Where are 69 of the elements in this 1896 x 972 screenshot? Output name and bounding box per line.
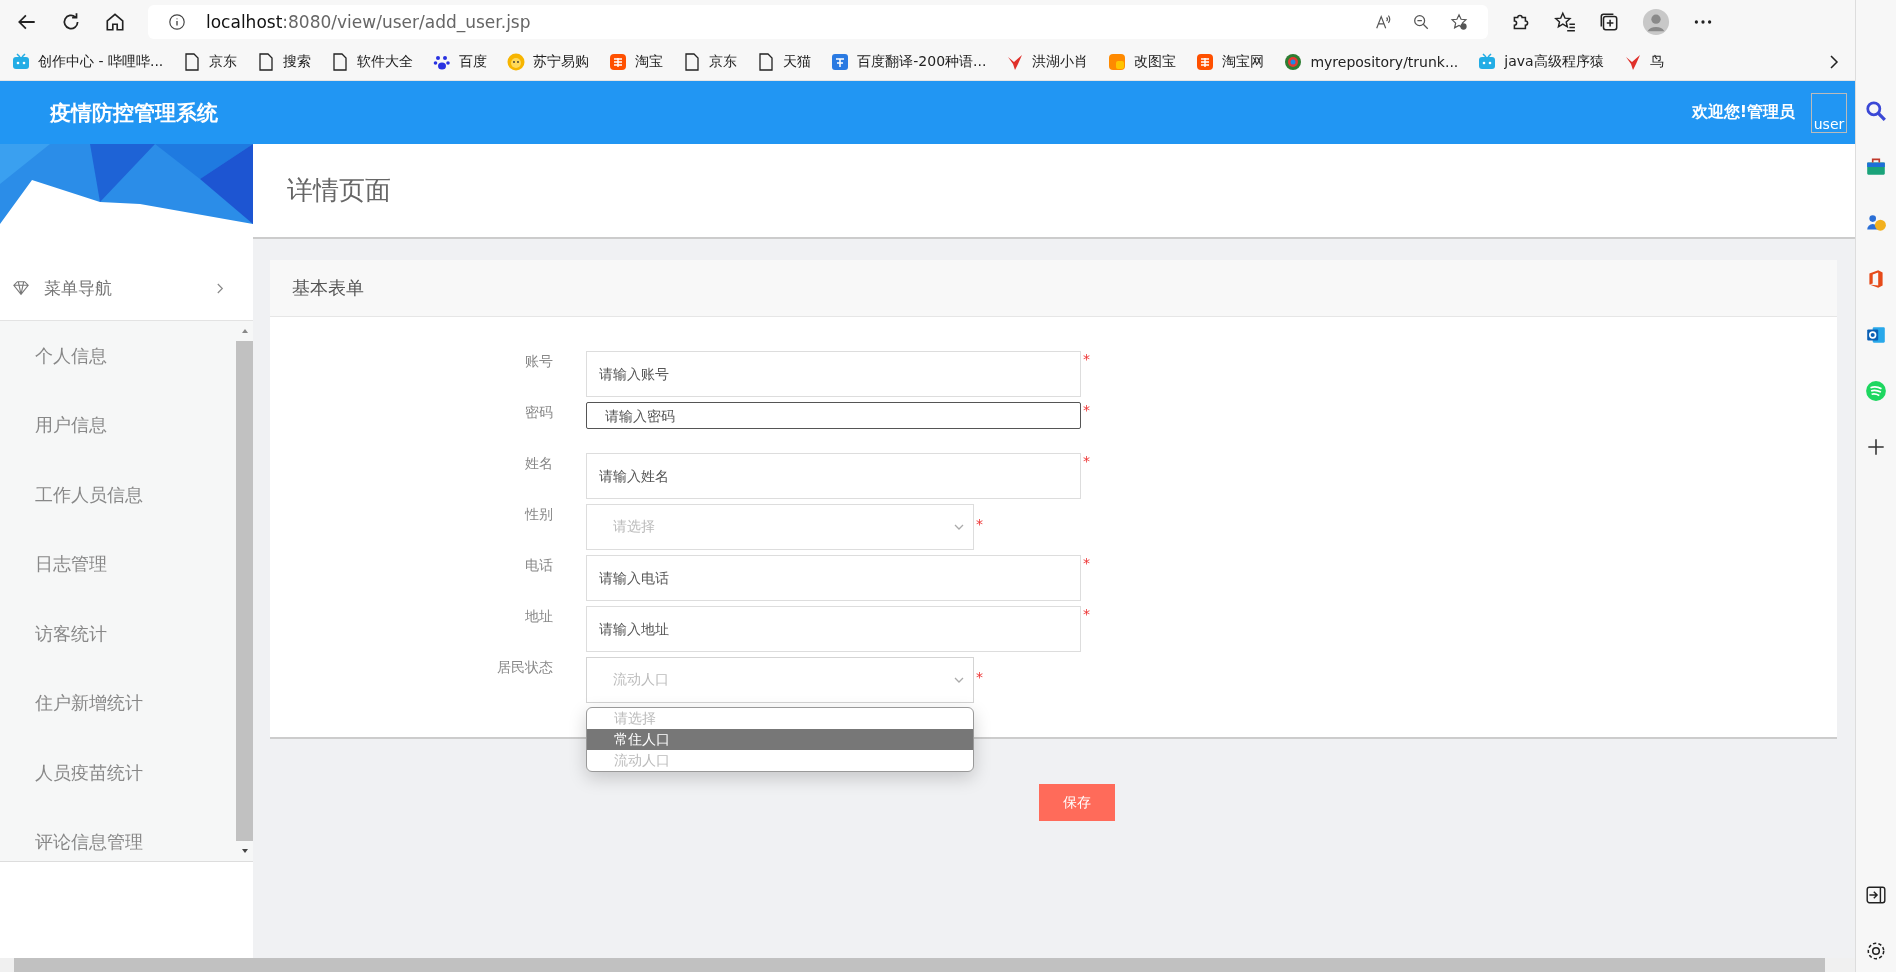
input-field[interactable]: 请输入密码 — [586, 402, 1081, 429]
tv-icon — [1478, 52, 1497, 71]
field-label: 性别 — [525, 505, 553, 524]
page-icon — [683, 52, 702, 71]
settings-icon[interactable] — [1865, 940, 1887, 962]
sidebar-toggle-icon[interactable] — [1865, 884, 1887, 906]
bookmark-item[interactable]: 淘宝网 — [1196, 52, 1265, 71]
required-mark: * — [1083, 351, 1090, 367]
info-icon[interactable] — [168, 12, 186, 31]
chevron-down-icon — [953, 523, 965, 531]
required-mark: * — [1083, 402, 1090, 418]
bookmark-item[interactable]: 搜索 — [257, 52, 312, 71]
favorites-icon[interactable] — [1554, 10, 1576, 33]
globe-icon — [1284, 52, 1303, 71]
page-title: 详情页面 — [287, 174, 391, 207]
diamond-icon — [12, 279, 30, 297]
plus-icon[interactable] — [1865, 436, 1887, 458]
bookmark-item[interactable]: 创作中心 - 哔哩哔... — [12, 52, 164, 71]
favorite-add-icon[interactable] — [1450, 12, 1468, 31]
translate-icon — [831, 52, 850, 71]
app-title: 疫情防控管理系统 — [50, 99, 218, 127]
dropdown-option[interactable]: 常住人口 — [587, 729, 973, 750]
bookmark-item[interactable]: 苏宁易购 — [507, 52, 590, 71]
game-icon[interactable] — [1865, 212, 1887, 234]
lion-face-icon — [507, 52, 526, 71]
bookmark-item[interactable]: 鸟 — [1623, 52, 1664, 71]
bookmark-item[interactable]: 改图宝 — [1108, 52, 1177, 71]
briefcase-icon[interactable] — [1865, 156, 1887, 178]
bookmark-item[interactable]: myrepository/trunk... — [1284, 52, 1459, 71]
required-mark: * — [1083, 453, 1090, 469]
bookmark-item[interactable]: 天猫 — [757, 52, 812, 71]
address-bar[interactable]: localhost:8080/view/user/add_user.jsp — [148, 4, 1488, 39]
card-title: 基本表单 — [292, 276, 364, 300]
bookmark-item[interactable]: 百度翻译-200种语... — [831, 52, 987, 71]
required-mark: * — [1083, 606, 1090, 622]
shop-logo-icon — [609, 52, 628, 71]
chevron-down-icon — [953, 676, 965, 684]
tv-icon — [12, 52, 30, 71]
shop-logo-icon — [1196, 52, 1215, 71]
zoom-out-icon[interactable] — [1412, 12, 1430, 31]
bookmark-item[interactable]: 软件大全 — [331, 52, 414, 71]
page-icon — [257, 52, 276, 71]
welcome-text: 欢迎您!管理员 — [1691, 102, 1795, 123]
mail-icon[interactable] — [1865, 324, 1887, 346]
field-label: 账号 — [525, 352, 553, 371]
bookmark-item[interactable]: 百度 — [433, 52, 488, 71]
required-mark: * — [1083, 555, 1090, 571]
square-logo-icon — [1108, 52, 1127, 71]
bookmark-item[interactable]: 京东 — [683, 52, 738, 71]
required-mark: * — [976, 516, 983, 532]
url-text: localhost:8080/view/user/add_user.jsp — [206, 11, 531, 32]
required-mark: * — [976, 669, 983, 685]
search-icon[interactable] — [1865, 100, 1887, 122]
page-icon — [183, 52, 202, 71]
bookmark-item[interactable]: 洪湖小肖 — [1006, 52, 1089, 71]
page-icon — [331, 52, 350, 71]
bird-icon — [1623, 52, 1642, 71]
field-label: 地址 — [525, 607, 553, 626]
field-label: 电话 — [525, 556, 553, 575]
bookmark-item[interactable]: 淘宝 — [609, 52, 664, 71]
page-icon — [757, 52, 776, 71]
profile-icon[interactable] — [1642, 7, 1670, 36]
field-label: 居民状态 — [497, 658, 553, 677]
bookmark-item[interactable]: java高级程序猿 — [1478, 52, 1604, 71]
field-label: 密码 — [525, 403, 553, 422]
bookmark-item[interactable]: 京东 — [183, 52, 238, 71]
field-label: 姓名 — [525, 454, 553, 473]
chevron-right-icon — [216, 281, 225, 295]
bird-icon — [1006, 52, 1025, 71]
